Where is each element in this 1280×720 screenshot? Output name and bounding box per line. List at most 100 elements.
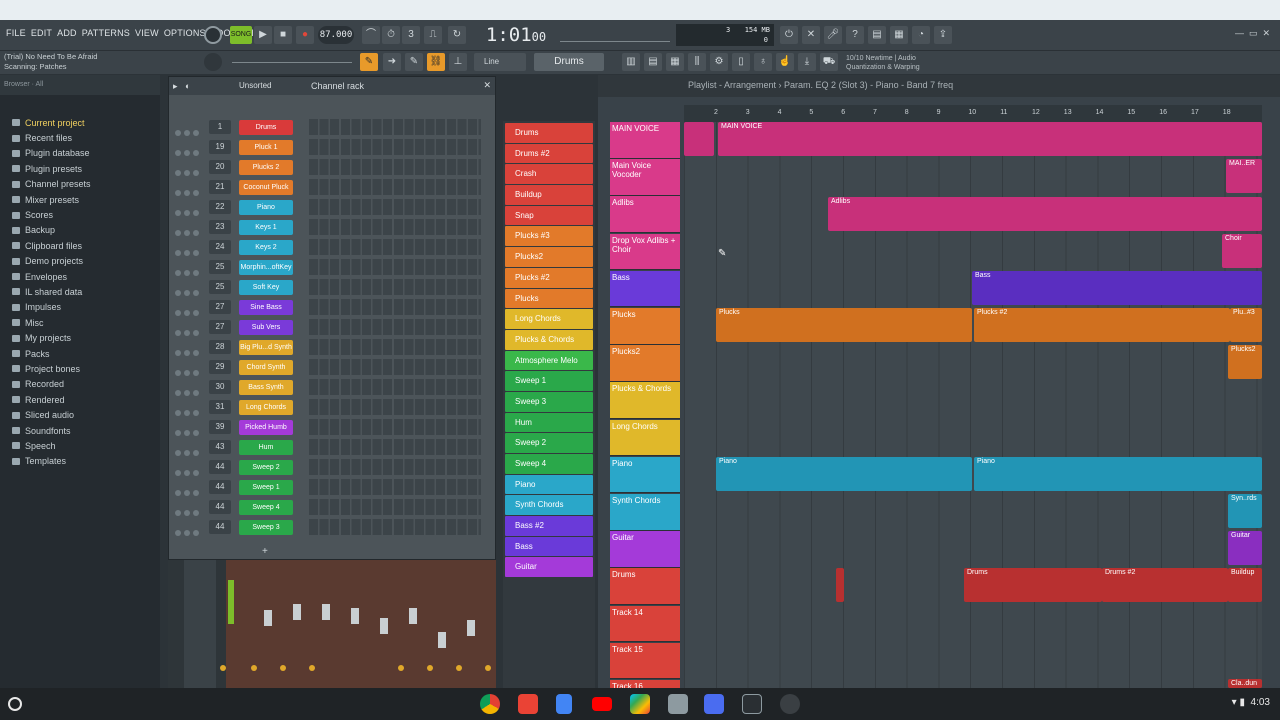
stamp-icon[interactable]: ⊥ [449, 53, 467, 71]
channel-row[interactable]: 21 Coconut Pluck [169, 177, 495, 197]
channel-led-group[interactable] [175, 363, 205, 376]
pan-knob-icon[interactable] [184, 410, 190, 416]
channel-row[interactable]: 25 Soft Key [169, 277, 495, 297]
wait-record-button[interactable]: ⏱ [382, 26, 400, 44]
channel-name-button[interactable]: Piano [239, 200, 293, 215]
system-tray[interactable]: ▾ ▮ 4:03 [1232, 697, 1270, 708]
metronome-button[interactable]: ⌒ [362, 26, 380, 44]
channel-row[interactable]: 39 Picked Humb [169, 417, 495, 437]
channel-row[interactable]: 23 Keys 1 [169, 217, 495, 237]
channel-led-group[interactable] [175, 383, 205, 396]
clip-adlibs[interactable]: Adlibs [828, 197, 1262, 231]
track-header[interactable]: Main Voice Vocoder [610, 159, 680, 196]
mute-led-icon[interactable] [175, 510, 181, 516]
help-button[interactable]: ? [846, 26, 864, 44]
chrome-icon[interactable] [480, 694, 500, 714]
menu-item-edit[interactable]: EDIT [31, 28, 52, 38]
browser-item[interactable]: Recent files [0, 130, 160, 145]
step-sequencer[interactable] [309, 379, 481, 395]
docs-icon[interactable] [556, 694, 572, 714]
mixer-track-number[interactable]: 24 [209, 240, 231, 254]
mixer-faders[interactable] [168, 560, 496, 688]
clip-plucks[interactable]: Plucks [716, 308, 972, 342]
file-icon[interactable]: ▯ [732, 53, 750, 71]
clip-main-voice[interactable]: MAIN VOICE [718, 122, 1262, 156]
volume-knob-icon[interactable] [193, 350, 199, 356]
channel-name-button[interactable]: Sweep 2 [239, 460, 293, 475]
pan-knob-icon[interactable] [184, 450, 190, 456]
mute-led-icon[interactable] [175, 450, 181, 456]
clip-bass[interactable]: Bass [972, 271, 1262, 305]
channel-led-group[interactable] [175, 303, 205, 316]
channel-name-button[interactable]: Sweep 1 [239, 480, 293, 495]
terminal-icon[interactable] [742, 694, 762, 714]
pattern-selector[interactable]: Drums [534, 53, 604, 71]
channel-led-group[interactable] [175, 503, 205, 516]
mute-led-icon[interactable] [175, 530, 181, 536]
rack-menu-arrow-icon[interactable]: ▸ [173, 81, 178, 92]
channel-row[interactable]: 28 Big Plu...d Synth [169, 337, 495, 357]
track-header[interactable]: Adlibs [610, 196, 680, 233]
mute-led-icon[interactable] [175, 330, 181, 336]
pattern-item[interactable]: Plucks #2 [505, 267, 593, 288]
channel-name-button[interactable]: Sub Vers [239, 320, 293, 335]
track-header[interactable]: Guitar [610, 531, 680, 568]
link-icon[interactable]: ⛓ [427, 53, 445, 71]
channel-row[interactable]: 20 Plucks 2 [169, 157, 495, 177]
mixer-track-number[interactable]: 22 [209, 200, 231, 214]
track-header[interactable]: Track 14 [610, 605, 680, 643]
volume-knob-icon[interactable] [193, 250, 199, 256]
menu-item-view[interactable]: VIEW [135, 28, 159, 38]
chat-button[interactable]: ◔ [912, 26, 930, 44]
snap-selector[interactable]: Line [474, 53, 526, 71]
mixer-track-number[interactable]: 20 [209, 160, 231, 174]
step-sequencer[interactable] [309, 419, 481, 435]
mixer-track-number[interactable]: 44 [209, 460, 231, 474]
step-sequencer[interactable] [309, 339, 481, 355]
mixer-track-number[interactable]: 31 [209, 400, 231, 414]
channel-name-button[interactable]: Chord Synth [239, 360, 293, 375]
browser-item[interactable]: Recorded [0, 377, 160, 392]
track-header[interactable]: Track 16 [610, 680, 680, 688]
mute-led-icon[interactable] [175, 250, 181, 256]
mixer-track-number[interactable]: 27 [209, 320, 231, 334]
channel-row[interactable]: 24 Keys 2 [169, 237, 495, 257]
download-icon[interactable]: ⤓ [798, 53, 816, 71]
play-store-icon[interactable] [630, 694, 650, 714]
volume-knob-icon[interactable] [193, 210, 199, 216]
channel-row[interactable]: 27 Sine Bass [169, 297, 495, 317]
browser-item[interactable]: My projects [0, 330, 160, 345]
channel-led-group[interactable] [175, 283, 205, 296]
mute-led-icon[interactable] [175, 190, 181, 196]
mixer-track-number[interactable]: 43 [209, 440, 231, 454]
browser-item[interactable]: Impulses [0, 300, 160, 315]
step-sequencer[interactable] [309, 439, 481, 455]
close-icon[interactable]: ✕ [483, 80, 491, 91]
channel-led-group[interactable] [175, 123, 205, 136]
channel-row[interactable]: 44 Sweep 3 [169, 517, 495, 537]
swing-knob-icon[interactable]: ◐ [185, 81, 190, 91]
channel-row[interactable]: 27 Sub Vers [169, 317, 495, 337]
browser-item[interactable]: Channel presets [0, 177, 160, 192]
menu-item-add[interactable]: ADD [57, 28, 77, 38]
arrangement-grid[interactable]: MAIN VOICE MAI..ER Adlibs Choir Bass Plu… [684, 122, 1262, 688]
audio-input-button[interactable]: 🎤︎ [824, 26, 842, 44]
volume-knob-icon[interactable] [193, 130, 199, 136]
channel-row[interactable]: 44 Sweep 1 [169, 477, 495, 497]
play-button[interactable]: ▶ [254, 26, 272, 44]
step-sequencer[interactable] [309, 479, 481, 495]
channel-name-button[interactable]: Picked Humb [239, 420, 293, 435]
clip-piano[interactable]: Piano [716, 457, 972, 491]
song-mode-toggle[interactable]: SONG [230, 26, 252, 44]
volume-knob-icon[interactable] [193, 290, 199, 296]
pattern-song-knob[interactable] [204, 26, 222, 44]
channel-led-group[interactable] [175, 163, 205, 176]
fl-studio-app-icon[interactable] [668, 694, 688, 714]
channel-led-group[interactable] [175, 403, 205, 416]
step-sequencer[interactable] [309, 359, 481, 375]
record-button[interactable]: ● [296, 26, 314, 44]
channel-led-group[interactable] [175, 483, 205, 496]
mute-led-icon[interactable] [175, 370, 181, 376]
pattern-item[interactable]: Piano [505, 474, 593, 495]
volume-knob-icon[interactable] [193, 430, 199, 436]
